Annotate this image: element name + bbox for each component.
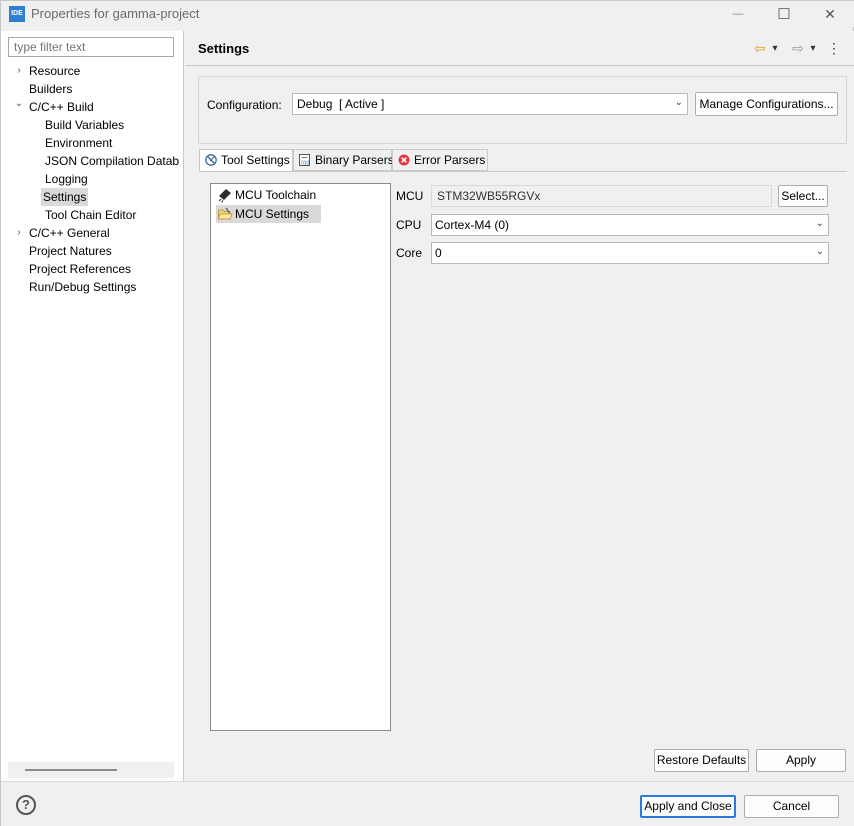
tree-item-json-compilation-database[interactable]: JSON Compilation Datab: [1, 152, 184, 170]
chevron-down-icon: ⌄: [815, 218, 824, 229]
cancel-button[interactable]: Cancel: [744, 795, 839, 818]
settings-page: Settings ⇦ ▾ ⇨ ▾ ⋮ Configuration: Debug …: [185, 31, 854, 781]
tool-item-mcu-settings[interactable]: MCU Settings: [216, 205, 322, 223]
tab-label: Binary Parsers: [315, 153, 394, 167]
ide-app-icon: IDE: [9, 6, 25, 22]
maximize-icon: ☐: [777, 6, 791, 23]
tree-item-label: Run/Debug Settings: [29, 280, 137, 294]
tree-item-label: C/C++ General: [29, 226, 110, 240]
tabs-divider: [199, 171, 847, 172]
minimize-icon: —: [732, 8, 744, 20]
tab-binary-parsers[interactable]: 010 Binary Parsers: [293, 149, 394, 171]
core-label: Core: [396, 246, 423, 260]
configuration-value: Debug [ Active ]: [297, 97, 385, 111]
cpu-label: CPU: [396, 218, 422, 232]
tab-label: Error Parsers: [414, 153, 486, 167]
properties-dialog: IDE Properties for gamma-project — ☐ ✕ ›…: [0, 0, 854, 826]
title-bar: IDE Properties for gamma-project — ☐ ✕: [1, 1, 854, 27]
tree-item-label: Tool Chain Editor: [45, 208, 137, 222]
header-divider: [185, 65, 854, 66]
close-button[interactable]: ✕: [807, 1, 853, 27]
core-select[interactable]: 0 ⌄: [431, 242, 829, 264]
tree-item-cpp-general[interactable]: › C/C++ General: [1, 224, 184, 242]
forward-history-dropdown-icon[interactable]: ▾: [807, 39, 819, 57]
tree-item-label: C/C++ Build: [29, 100, 94, 114]
dialog-footer: ? Apply and Close Cancel: [1, 781, 854, 826]
chevron-down-icon: ⌄: [815, 246, 824, 257]
configuration-select[interactable]: Debug [ Active ] ⌄: [292, 93, 688, 115]
chevron-down-icon[interactable]: ⌄: [13, 98, 25, 113]
tree-item-tool-chain-editor[interactable]: Tool Chain Editor: [1, 206, 184, 224]
tool-settings-tree: MCU Toolchain MCU Settings: [210, 183, 391, 731]
tree-item-project-natures[interactable]: Project Natures: [1, 242, 184, 260]
tree-item-label: Environment: [45, 136, 113, 150]
minimize-button[interactable]: —: [715, 1, 761, 27]
tool-item-label: MCU Settings: [235, 207, 310, 221]
tree-item-label: Builders: [29, 82, 73, 96]
view-menu-icon[interactable]: ⋮: [827, 39, 841, 57]
chip-icon: [218, 189, 231, 203]
tree-item-project-references[interactable]: Project References: [1, 260, 184, 278]
core-value: 0: [435, 246, 442, 260]
cpu-select[interactable]: Cortex-M4 (0) ⌄: [431, 214, 829, 236]
window-title: Properties for gamma-project: [31, 6, 200, 21]
tree-item-resource[interactable]: › Resource: [1, 62, 184, 80]
tab-tool-settings[interactable]: Tool Settings: [199, 149, 293, 172]
horizontal-scrollbar[interactable]: [8, 762, 174, 778]
select-mcu-button[interactable]: Select...: [778, 185, 828, 207]
tree-item-label: Logging: [45, 172, 88, 186]
chevron-right-icon[interactable]: ›: [13, 224, 25, 242]
forward-arrow-icon[interactable]: ⇨: [789, 39, 807, 57]
scrollbar-thumb[interactable]: [25, 769, 117, 771]
restore-defaults-button[interactable]: Restore Defaults: [654, 749, 749, 772]
chevron-down-icon: ⌄: [674, 97, 683, 108]
page-title: Settings: [198, 41, 250, 56]
apply-button[interactable]: Apply: [756, 749, 846, 772]
tree-item-builders[interactable]: Builders: [1, 80, 184, 98]
tree-item-environment[interactable]: Environment: [1, 134, 184, 152]
tree-item-settings[interactable]: Settings: [1, 188, 184, 206]
tab-label: Tool Settings: [221, 153, 290, 167]
back-history-dropdown-icon[interactable]: ▾: [769, 39, 781, 57]
tool-settings-icon: [205, 154, 217, 166]
tree-item-logging[interactable]: Logging: [1, 170, 184, 188]
chevron-right-icon[interactable]: ›: [13, 62, 25, 80]
back-arrow-icon[interactable]: ⇦: [751, 39, 769, 57]
configuration-group: Configuration: Debug [ Active ] ⌄ Manage…: [198, 76, 847, 144]
apply-and-close-button[interactable]: Apply and Close: [640, 795, 736, 818]
tree-item-label: Resource: [29, 64, 81, 78]
tool-item-mcu-toolchain[interactable]: MCU Toolchain: [216, 186, 328, 204]
svg-text:010: 010: [301, 161, 310, 167]
error-parsers-icon: [398, 154, 410, 166]
tree-item-build-variables[interactable]: Build Variables: [1, 116, 184, 134]
tree-item-cpp-build[interactable]: ⌄ C/C++ Build: [1, 98, 184, 116]
tree-item-label: Build Variables: [45, 118, 125, 132]
tool-item-label: MCU Toolchain: [235, 188, 317, 202]
page-nav-toolbar: ⇦ ▾ ⇨ ▾ ⋮: [751, 39, 847, 57]
help-icon[interactable]: ?: [16, 795, 36, 815]
binary-parsers-icon: 010: [299, 154, 310, 167]
left-nav-panel: › Resource Builders ⌄ C/C++ Build Build …: [1, 31, 184, 781]
configuration-label: Configuration:: [207, 98, 282, 112]
filter-input[interactable]: [8, 37, 174, 57]
mcu-label: MCU: [396, 189, 424, 203]
tree-item-label: Settings: [41, 188, 89, 206]
tree-item-label: JSON Compilation Datab: [45, 154, 180, 168]
folder-open-icon: [217, 207, 233, 220]
tree-item-run-debug-settings[interactable]: Run/Debug Settings: [1, 278, 184, 296]
close-icon: ✕: [824, 5, 836, 22]
tab-error-parsers[interactable]: Error Parsers: [392, 149, 488, 171]
property-tree: › Resource Builders ⌄ C/C++ Build Build …: [1, 62, 184, 296]
mcu-field: STM32WB55RGVx: [431, 185, 772, 207]
tree-item-label: Project Natures: [29, 244, 112, 258]
manage-configurations-button[interactable]: Manage Configurations...: [695, 92, 838, 116]
cpu-value: Cortex-M4 (0): [435, 218, 510, 232]
tree-item-label: Project References: [29, 262, 132, 276]
maximize-button[interactable]: ☐: [761, 1, 807, 27]
